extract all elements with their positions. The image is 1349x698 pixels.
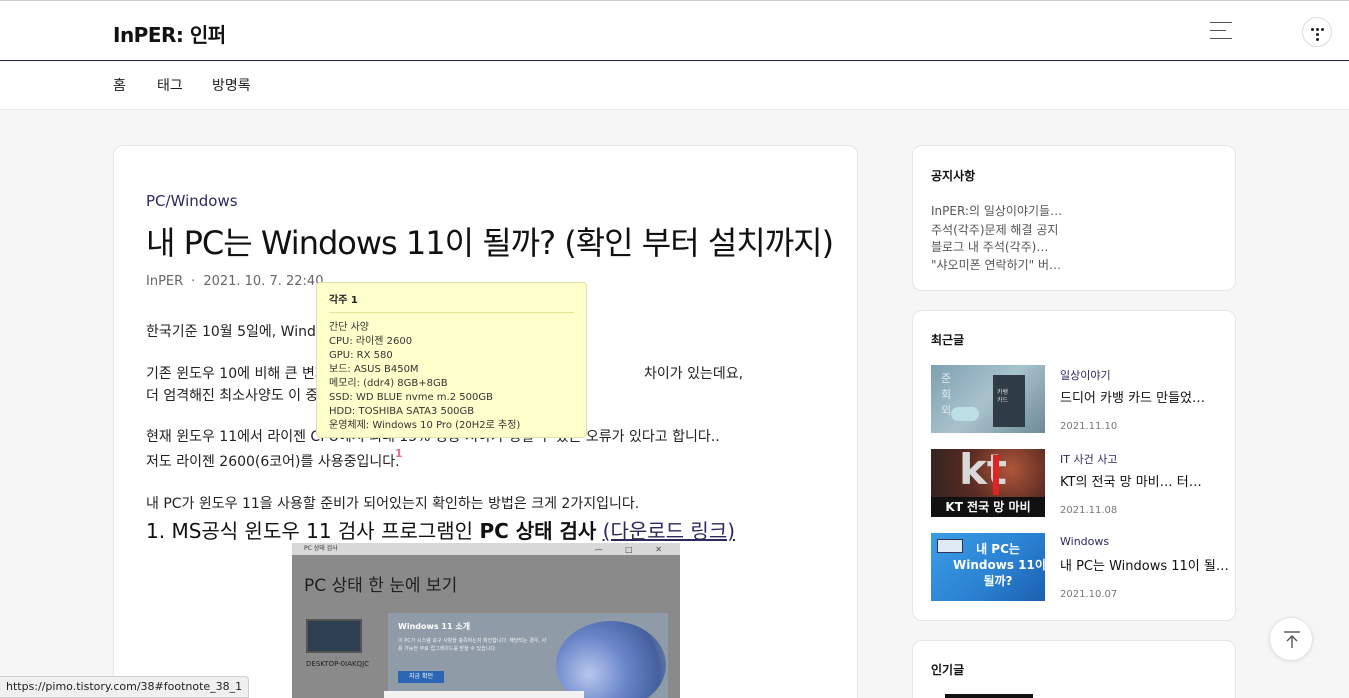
thumb-text: 준 회 외 — [941, 372, 952, 417]
recent-post-thumbnail: 준 회 외 카뱅 카드 — [931, 365, 1045, 433]
tooltip-line: 운영체제: Windows 10 Pro (20H2로 추정) — [329, 420, 521, 431]
tooltip-line: 간단 사양 — [329, 322, 369, 333]
recent-title: 최근글 — [931, 333, 965, 347]
screenshot-panel-text: 이 PC가 시스템 요구 사항을 충족하는지 확인합니다. 해당되는 경우, 사… — [398, 638, 547, 652]
post-meta: InPER · 2021. 10. 7. 22:40 — [146, 274, 324, 289]
site-title[interactable]: InPER: 인퍼 — [113, 19, 226, 48]
recent-post-thumbnail: 내 PC는 Windows 11이 될까? — [931, 533, 1045, 601]
pc-health-check-screenshot: PC 상태 검사 — □ ✕ PC 상태 한 눈에 보기 DESKTOP-0IA… — [292, 543, 680, 698]
popular-title: 인기글 — [931, 663, 965, 677]
tooltip-line: HDD: TOSHIBA SATA3 500GB — [329, 406, 475, 417]
recent-post-date: 2021.11.10 — [1060, 421, 1118, 432]
tooltip-title: 각주 1 — [329, 291, 574, 313]
profile-dots-icon[interactable] — [1302, 17, 1332, 47]
nav-item-home[interactable]: 홈 — [113, 75, 126, 95]
post-title: 내 PC는 Windows 11이 될까? (확인 부터 설치까지) — [146, 224, 834, 262]
nav-item-guestbook[interactable]: 방명록 — [212, 75, 251, 95]
kt-logo-accent — [993, 455, 999, 495]
notice-card: 공지사항 InPER:의 일상이야기들… 주석(각주)문제 해결 공지 블로그 … — [912, 145, 1236, 291]
recent-post-category: IT 사건 사고 — [1060, 453, 1118, 466]
notice-title: 공지사항 — [931, 169, 976, 183]
hamburger-icon[interactable] — [1210, 22, 1232, 40]
notice-item[interactable]: 주석(각주)문제 해결 공지 — [931, 221, 1058, 238]
thumb-card-text: 카뱅 카드 — [997, 389, 1009, 404]
card-icon: 카뱅 카드 — [993, 375, 1025, 427]
browser-status-bar: https://pimo.tistory.com/38#footnote_38_… — [0, 676, 250, 698]
thumb-text: 내 PC는 Windows 11이 될까? — [953, 542, 1045, 588]
body-line: 한국기준 10월 5일에, Windo — [146, 324, 325, 340]
scroll-top-button[interactable] — [1269, 617, 1313, 661]
section-heading: 1. MS공식 윈도우 11 검사 프로그램인 PC 상태 검사 (다운로드 링… — [146, 515, 735, 544]
cloud-icon — [951, 407, 979, 421]
laptop-icon — [306, 619, 362, 653]
tooltip-line: 보드: ASUS B450M — [329, 364, 419, 375]
screenshot-panel: Windows 11 소개 이 PC가 시스템 요구 사항을 충족하는지 확인합… — [388, 613, 668, 698]
notice-item[interactable]: 블로그 내 주석(각주)… — [931, 238, 1048, 255]
screenshot-panel-title: Windows 11 소개 — [398, 622, 471, 631]
screenshot-window-controls: — □ ✕ — [594, 545, 672, 554]
recent-post-item[interactable]: 준 회 외 카뱅 카드 일상이야기 드디어 카뱅 카드 만들었… 2021.11… — [931, 365, 1221, 433]
screenshot-titlebar: PC 상태 검사 — □ ✕ — [292, 543, 680, 555]
post-author[interactable]: InPER — [146, 274, 183, 289]
post-date: 2021. 10. 7. 22:40 — [203, 274, 324, 289]
main-nav: 홈 태그 방명록 — [0, 62, 1349, 110]
recent-post-date: 2021.10.07 — [1060, 589, 1118, 600]
tooltip-line: GPU: RX 580 — [329, 350, 393, 361]
recent-posts-card: 최근글 준 회 외 카뱅 카드 일상이야기 드디어 카뱅 카드 만들었… 202… — [912, 310, 1236, 621]
footnote-tooltip: 각주 1 간단 사양 CPU: 라이젠 2600 GPU: RX 580 보드:… — [316, 282, 587, 438]
thumb-caption: KT 전국 망 마비 — [931, 497, 1045, 517]
download-link[interactable]: (다운로드 링크) — [603, 519, 735, 543]
nav-item-tags[interactable]: 태그 — [157, 75, 183, 95]
notice-item[interactable]: InPER:의 일상이야기들… — [931, 202, 1062, 219]
screenshot-window-title: PC 상태 검사 — [304, 545, 338, 552]
body-line: 차이가 있는데요, — [644, 366, 744, 382]
recent-post-category: Windows — [1060, 535, 1110, 548]
footnote-ref[interactable]: 1 — [395, 447, 403, 460]
section-heading-bold: PC 상태 검사 — [479, 519, 597, 543]
body-line: 저도 라이젠 2600(6코어)를 사용중입니다. — [146, 454, 400, 470]
windows11-bloom-icon — [556, 621, 666, 698]
recent-post-item[interactable]: 내 PC는 Windows 11이 될까? Windows 내 PC는 Wind… — [931, 533, 1229, 601]
popular-post-thumbnail[interactable] — [945, 694, 1033, 698]
recent-post-item[interactable]: kt KT 전국 망 마비 IT 사건 사고 KT의 전국 망 마비… 터… 2… — [931, 449, 1221, 517]
screenshot-device-name: DESKTOP-0IAKQJC — [306, 660, 370, 668]
recent-post-title[interactable]: 드디어 카뱅 카드 만들었… — [1060, 387, 1205, 406]
recent-post-title[interactable]: 내 PC는 Windows 11이 될… — [1060, 555, 1229, 574]
recent-post-thumbnail: kt KT 전국 망 마비 — [931, 449, 1045, 517]
screenshot-bottom-bar — [384, 691, 584, 698]
section-heading-prefix: 1. MS공식 윈도우 11 검사 프로그램인 — [146, 519, 480, 543]
site-header: InPER: 인퍼 — [0, 1, 1349, 61]
body-line: 내 PC가 윈도우 11을 사용할 준비가 되어있는지 확인하는 방법은 크게 … — [146, 496, 640, 512]
recent-post-title[interactable]: KT의 전국 망 마비… 터… — [1060, 471, 1202, 490]
body-line: 더 엄격해진 최소사양도 이 중 — [146, 388, 319, 404]
body-line: 기존 윈도우 10에 비해 큰 변화 — [146, 366, 328, 382]
arrow-up-icon — [1284, 631, 1300, 648]
popular-posts-card: 인기글 — [912, 640, 1236, 698]
recent-post-date: 2021.11.08 — [1060, 505, 1118, 516]
recent-post-category: 일상이야기 — [1060, 369, 1111, 382]
screenshot-heading: PC 상태 한 눈에 보기 — [304, 576, 458, 596]
tooltip-line: CPU: 라이젠 2600 — [329, 336, 413, 347]
post-category[interactable]: PC/Windows — [146, 192, 238, 210]
kt-logo: kt — [959, 449, 1008, 494]
screenshot-check-button: 지금 확인 — [398, 671, 444, 683]
notice-item[interactable]: "샤오미폰 연락하기" 버… — [931, 256, 1061, 273]
tooltip-line: 메모리: (ddr4) 8GB+8GB — [329, 378, 448, 389]
tooltip-line: SSD: WD BLUE nvme m.2 500GB — [329, 392, 493, 403]
